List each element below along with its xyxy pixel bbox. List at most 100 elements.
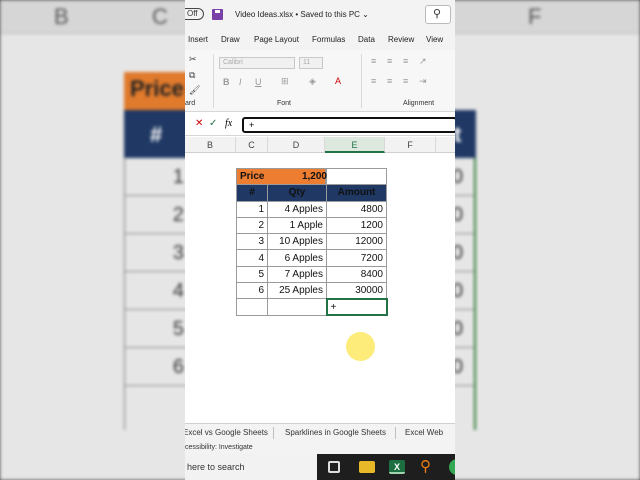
tab-draw[interactable]: Draw bbox=[221, 35, 240, 44]
ribbon-tabs: Insert Draw Page Layout Formulas Data Re… bbox=[185, 30, 455, 50]
alignment-group-label: Alignment bbox=[403, 100, 435, 107]
sheet-tab-excel-vs-google-sheets[interactable]: Excel vs Google Sheets bbox=[185, 428, 268, 437]
click-highlight bbox=[346, 332, 375, 361]
column-header-b[interactable]: B bbox=[185, 137, 236, 153]
qty-cell[interactable]: 10 Apples bbox=[267, 233, 327, 251]
align-top-icon[interactable]: ≡ bbox=[371, 56, 376, 66]
price-value-cell[interactable] bbox=[326, 167, 387, 186]
column-header-e[interactable]: E bbox=[325, 137, 385, 153]
row-number-cell[interactable]: 6 bbox=[236, 282, 268, 300]
sheet-tab-excel-web[interactable]: Excel Web bbox=[405, 428, 443, 437]
align-center-icon[interactable]: ≡ bbox=[387, 76, 392, 86]
tab-separator bbox=[395, 427, 396, 439]
amount-cell[interactable]: 8400 bbox=[326, 265, 387, 284]
bold-icon[interactable]: B bbox=[223, 77, 230, 87]
tab-view[interactable]: View bbox=[426, 35, 443, 44]
amount-cell[interactable]: 4800 bbox=[326, 200, 387, 218]
column-header-f[interactable]: F bbox=[385, 137, 436, 153]
amount-cell[interactable]: 30000 bbox=[326, 282, 387, 300]
font-group-label: Font bbox=[277, 100, 292, 107]
qty-cell[interactable]: 1 Apple bbox=[267, 216, 327, 235]
header-cell-amount[interactable]: Amount bbox=[326, 184, 387, 202]
copy-icon[interactable]: ⧉ bbox=[189, 70, 195, 81]
row-number-cell[interactable]: 4 bbox=[236, 249, 268, 267]
row-number-cell[interactable]: 1 bbox=[236, 200, 268, 218]
save-icon[interactable] bbox=[212, 9, 223, 20]
orientation-icon[interactable]: ↗ bbox=[419, 56, 427, 67]
bg-col-letter: F bbox=[528, 4, 542, 29]
row-number-cell[interactable]: 3 bbox=[236, 233, 268, 251]
cell-grid[interactable]: Price 1,200 # Qty Amount 1 4 Apples 4800 … bbox=[185, 153, 455, 423]
column-header-d[interactable]: D bbox=[268, 137, 325, 153]
group-separator bbox=[361, 54, 362, 108]
task-view-icon[interactable] bbox=[328, 461, 340, 473]
amount-cell[interactable]: 7200 bbox=[326, 249, 387, 267]
enter-icon[interactable]: ✓ bbox=[209, 118, 217, 129]
table-row: 1 4 Apples 4800 bbox=[236, 200, 387, 218]
amount-cell[interactable]: 12000 bbox=[326, 233, 387, 251]
qty-cell[interactable]: 4 Apples bbox=[267, 200, 327, 218]
title-bar: Off Video Ideas.xlsx • Saved to this PC … bbox=[185, 0, 455, 30]
font-color-icon[interactable]: A bbox=[335, 76, 341, 86]
price-table: Price 1,200 # Qty Amount 1 4 Apples 4800 … bbox=[236, 167, 388, 317]
tab-data[interactable]: Data bbox=[358, 35, 375, 44]
tab-insert[interactable]: Insert bbox=[188, 35, 208, 44]
italic-icon[interactable]: I bbox=[239, 77, 242, 87]
table-row: + bbox=[236, 297, 388, 317]
formula-input[interactable]: + bbox=[242, 117, 455, 133]
file-explorer-icon[interactable] bbox=[359, 461, 375, 473]
status-bar: cessibility: Investigate bbox=[185, 441, 455, 454]
active-cell[interactable]: + bbox=[325, 297, 388, 317]
excel-icon[interactable]: X bbox=[389, 460, 405, 474]
tab-page-layout[interactable]: Page Layout bbox=[254, 35, 299, 44]
align-left-icon[interactable]: ≡ bbox=[371, 76, 376, 86]
chrome-icon[interactable] bbox=[449, 459, 455, 475]
price-label-cell[interactable]: Price 1,200 bbox=[236, 167, 327, 186]
search-button[interactable]: ⚲ bbox=[425, 5, 451, 24]
amount-cell[interactable]: 1200 bbox=[326, 216, 387, 235]
indent-icon[interactable]: ⇥ bbox=[419, 76, 427, 87]
taskbar-search[interactable]: here to search bbox=[185, 454, 317, 480]
cut-icon[interactable]: ✂ bbox=[189, 54, 197, 65]
qty-cell[interactable]: 25 Apples bbox=[267, 282, 327, 300]
font-name-select[interactable]: Calibri bbox=[219, 57, 295, 69]
group-separator bbox=[213, 54, 214, 108]
bg-hash-header: # bbox=[124, 110, 194, 158]
align-bottom-icon[interactable]: ≡ bbox=[403, 56, 408, 66]
qty-cell[interactable]: 7 Apples bbox=[267, 265, 327, 284]
align-middle-icon[interactable]: ≡ bbox=[387, 56, 392, 66]
excel-window: Off Video Ideas.xlsx • Saved to this PC … bbox=[185, 0, 455, 480]
sheet-tab-sparklines[interactable]: Sparklines in Google Sheets bbox=[285, 428, 386, 437]
header-cell-qty[interactable]: Qty bbox=[267, 184, 327, 202]
price-value: 1,200 bbox=[301, 171, 327, 182]
row-number-cell[interactable]: 5 bbox=[236, 265, 268, 284]
search-app-icon[interactable]: ⚲ bbox=[420, 457, 436, 475]
tab-separator bbox=[273, 427, 274, 439]
column-header-c[interactable]: C bbox=[236, 137, 268, 153]
table-row: 2 1 Apple 1200 bbox=[236, 216, 387, 235]
tab-review[interactable]: Review bbox=[388, 35, 414, 44]
insert-function-icon[interactable]: fx bbox=[225, 118, 232, 129]
table-row: 4 6 Apples 7200 bbox=[236, 249, 387, 267]
header-cell-number[interactable]: # bbox=[236, 184, 268, 202]
qty-cell[interactable]: 6 Apples bbox=[267, 249, 327, 267]
document-title[interactable]: Video Ideas.xlsx • Saved to this PC ⌄ bbox=[235, 10, 369, 19]
cancel-icon[interactable]: ✕ bbox=[195, 118, 203, 129]
align-right-icon[interactable]: ≡ bbox=[403, 76, 408, 86]
sheet-tabs: Excel vs Google Sheets Sparklines in Goo… bbox=[185, 423, 455, 441]
format-painter-icon[interactable]: 🖌 bbox=[189, 85, 200, 96]
fill-color-icon[interactable]: ◈ bbox=[309, 76, 316, 87]
empty-cell[interactable] bbox=[267, 298, 327, 316]
underline-icon[interactable]: U bbox=[255, 77, 262, 87]
font-size-select[interactable]: 11 bbox=[299, 57, 323, 69]
tab-formulas[interactable]: Formulas bbox=[312, 35, 345, 44]
column-headers: B C D E F bbox=[185, 137, 455, 153]
bg-price-cell: Price bbox=[124, 72, 194, 110]
bg-amount-header: t bbox=[452, 110, 476, 158]
table-row: 3 10 Apples 12000 bbox=[236, 233, 387, 251]
empty-cell[interactable] bbox=[236, 298, 268, 316]
row-number-cell[interactable]: 2 bbox=[236, 216, 268, 235]
accessibility-status[interactable]: cessibility: Investigate bbox=[185, 444, 253, 451]
autosave-toggle[interactable]: Off bbox=[185, 8, 204, 20]
borders-icon[interactable]: ⊞ bbox=[281, 76, 289, 87]
